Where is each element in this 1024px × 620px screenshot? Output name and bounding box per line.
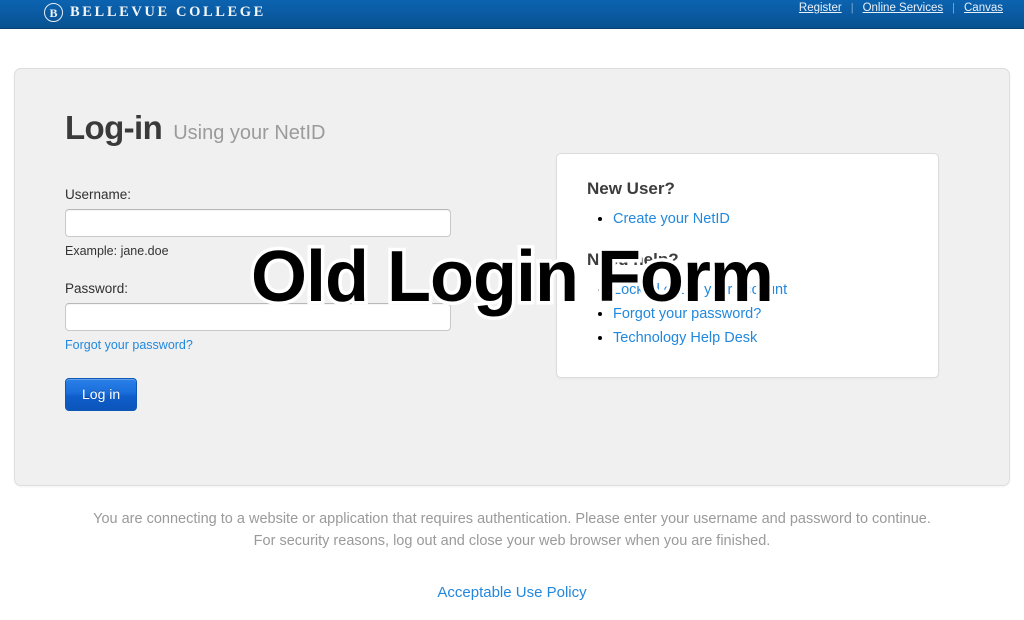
- need-help-heading: Need help?: [587, 250, 679, 269]
- bellevue-college-b-monogram-icon: B: [44, 3, 63, 22]
- need-help-link-list: Locked out of your account Forgot your p…: [587, 281, 938, 347]
- brand-logo: B BELLEVUE COLLEGE: [44, 3, 266, 22]
- forgot-password-link[interactable]: Forgot your password?: [65, 338, 193, 352]
- acceptable-use-policy-link[interactable]: Acceptable Use Policy: [437, 584, 586, 601]
- login-card: Log-in Using your NetID Username: Exampl…: [14, 68, 1010, 486]
- new-user-link-list: Create your NetID: [587, 210, 938, 228]
- help-panel-content: New User? Create your NetID Need help? L…: [557, 154, 938, 347]
- list-item: Technology Help Desk: [613, 329, 938, 347]
- footer-text-line-1: You are connecting to a website or appli…: [93, 511, 931, 527]
- nav-link-register[interactable]: Register: [790, 2, 851, 14]
- footer: You are connecting to a website or appli…: [0, 508, 1024, 602]
- help-panel: New User? Create your NetID Need help? L…: [556, 153, 939, 378]
- page-title-subtitle: Using your NetID: [173, 122, 326, 144]
- password-input[interactable]: [65, 303, 451, 331]
- username-input[interactable]: [65, 209, 451, 237]
- new-user-heading: New User?: [587, 179, 675, 198]
- log-in-button[interactable]: Log in: [65, 378, 138, 411]
- page-title-main: Log-in: [65, 109, 163, 146]
- technology-help-desk-link[interactable]: Technology Help Desk: [613, 330, 757, 346]
- brand-name-text: BELLEVUE COLLEGE: [70, 4, 266, 20]
- footer-text-line-2: For security reasons, log out and close …: [253, 533, 771, 549]
- forgot-password-help-link[interactable]: Forgot your password?: [613, 306, 761, 322]
- list-item: Locked out of your account: [613, 281, 938, 299]
- header-nav: Register | Online Services | Canvas: [790, 2, 1012, 14]
- nav-link-canvas[interactable]: Canvas: [955, 2, 1012, 14]
- locked-out-link[interactable]: Locked out of your account: [613, 282, 787, 298]
- list-item: Create your NetID: [613, 210, 938, 228]
- username-field-group: Username: Example: jane.doe: [65, 187, 465, 258]
- login-form: Username: Example: jane.doe Password: Fo…: [65, 187, 465, 411]
- password-label: Password:: [65, 281, 129, 296]
- username-label: Username:: [65, 187, 132, 202]
- list-item: Forgot your password?: [613, 305, 938, 323]
- nav-link-online-services[interactable]: Online Services: [854, 2, 953, 14]
- create-netid-link[interactable]: Create your NetID: [613, 211, 730, 227]
- username-hint: Example: jane.doe: [65, 244, 169, 258]
- site-header: B BELLEVUE COLLEGE Register | Online Ser…: [0, 0, 1024, 29]
- password-field-group: Password: Forgot your password?: [65, 281, 465, 354]
- page-title: Log-in Using your NetID: [65, 109, 325, 147]
